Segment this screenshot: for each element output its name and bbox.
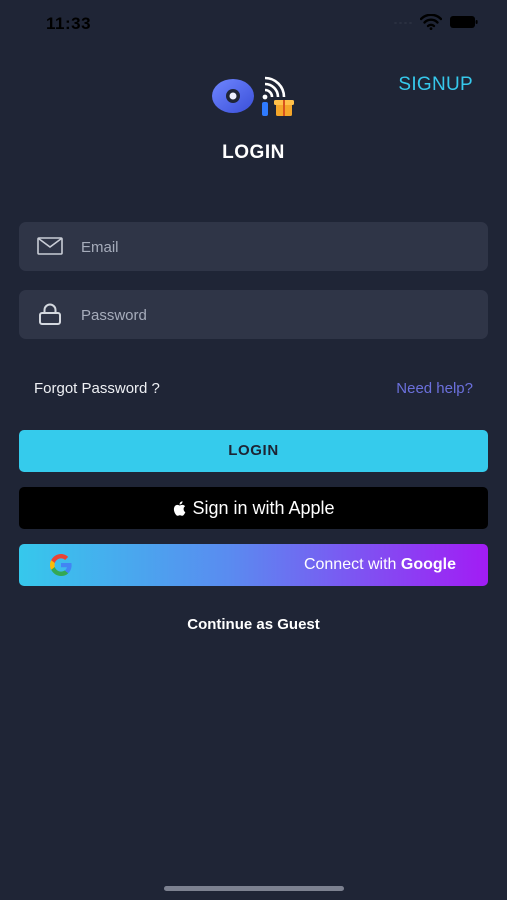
- login-button[interactable]: LOGIN: [19, 430, 488, 472]
- password-input[interactable]: [79, 290, 473, 341]
- need-help-link[interactable]: Need help?: [396, 380, 473, 397]
- status-bar: 11:33: [0, 0, 507, 44]
- battery-icon: [450, 16, 478, 28]
- lock-icon: [39, 303, 61, 325]
- continue-as-guest-link[interactable]: Continue as Guest: [0, 616, 507, 633]
- connect-with-google-button[interactable]: Connect with Google: [19, 544, 488, 586]
- mail-icon: [37, 237, 63, 255]
- home-indicator: [164, 886, 344, 891]
- sign-in-with-apple-button[interactable]: Sign in with Apple: [19, 487, 488, 529]
- app-logo: [212, 76, 294, 116]
- apple-icon: [174, 500, 186, 516]
- wifi-icon: [420, 14, 442, 30]
- apple-button-label: Sign in with Apple: [192, 497, 335, 518]
- status-time: 11:33: [46, 14, 92, 33]
- google-button-label: Connect with Google: [303, 556, 456, 573]
- email-input[interactable]: [79, 222, 473, 273]
- email-field[interactable]: [19, 222, 488, 273]
- cellular-signal-icon: [394, 22, 412, 26]
- signup-link[interactable]: SIGNUP: [398, 74, 473, 96]
- forgot-password-link[interactable]: Forgot Password ?: [34, 380, 160, 397]
- google-icon: [50, 554, 72, 576]
- page-title: LOGIN: [222, 142, 285, 163]
- password-field[interactable]: [19, 290, 488, 341]
